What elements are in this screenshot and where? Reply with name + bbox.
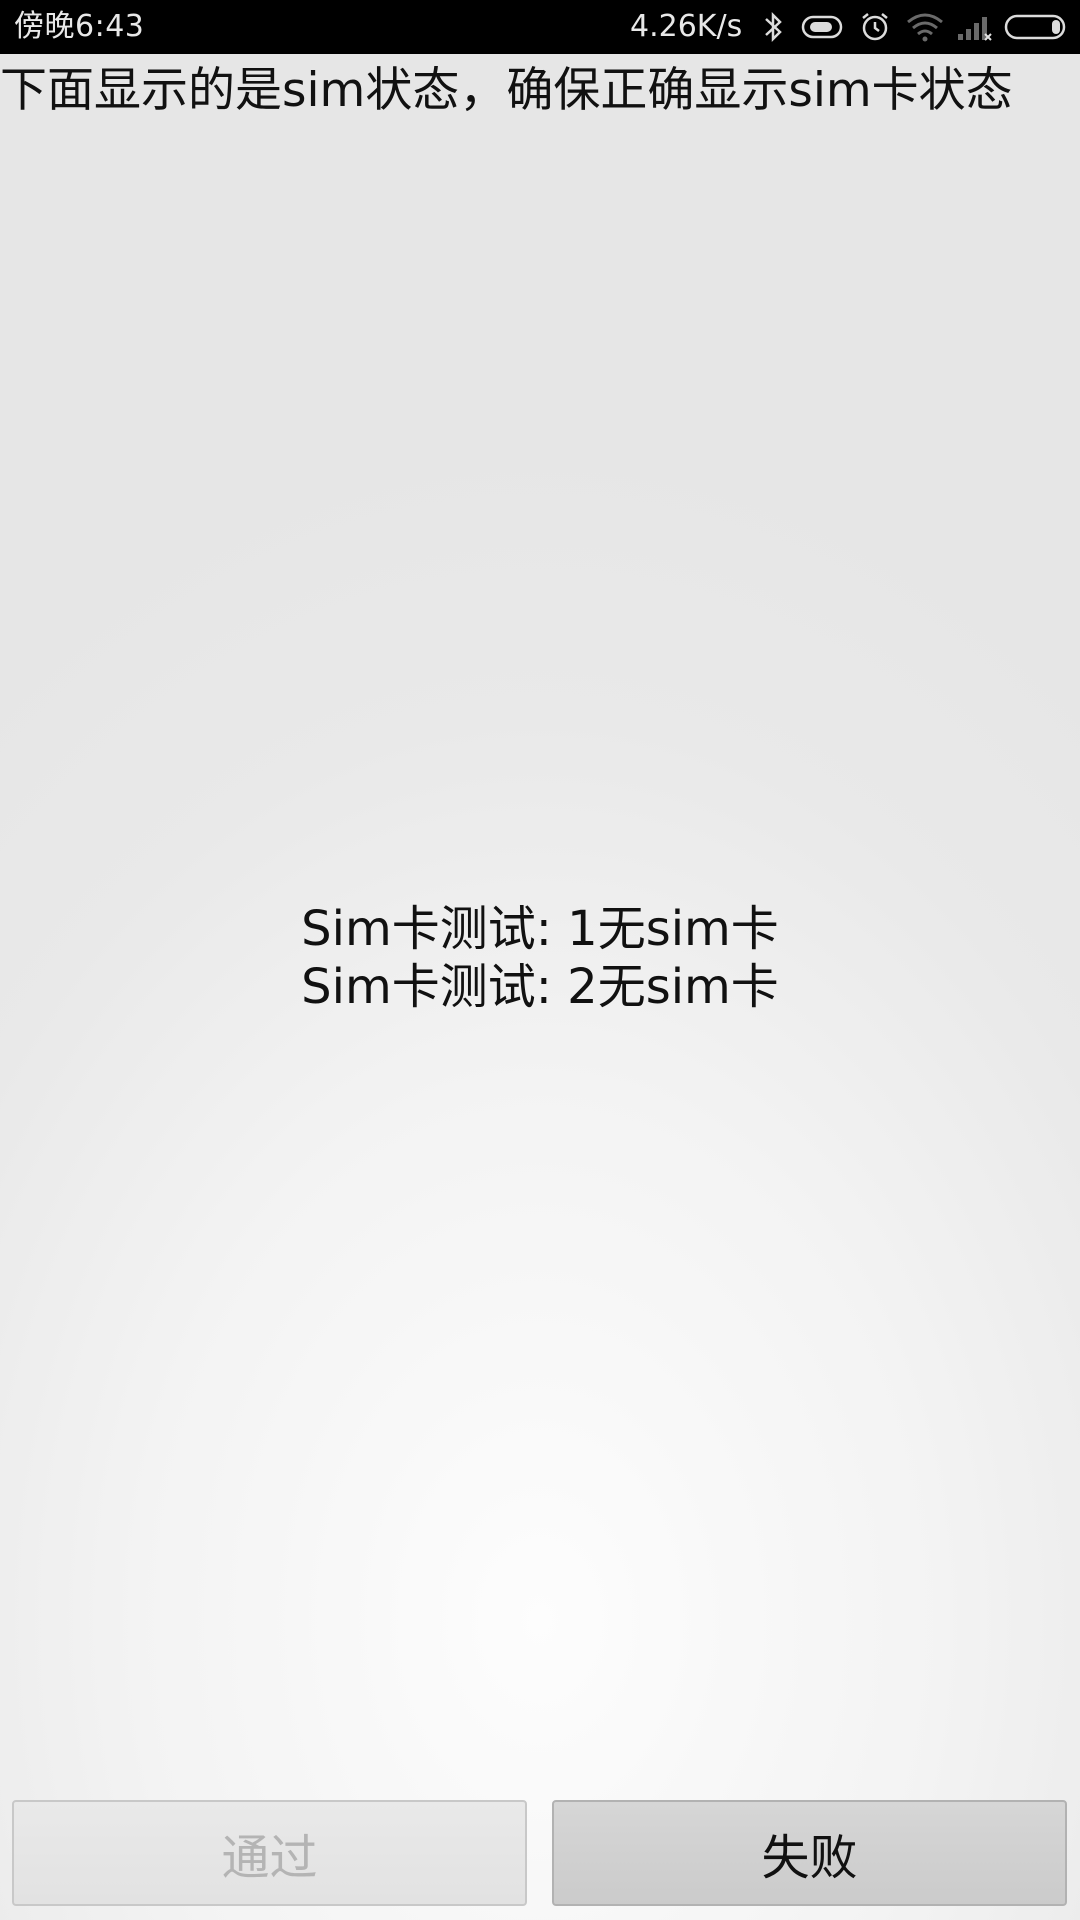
- pass-button[interactable]: 通过: [12, 1800, 527, 1906]
- instruction-text: 下面显示的是sim状态，确保正确显示sim卡状态: [0, 63, 1013, 118]
- vibrate-icon: [800, 10, 844, 44]
- network-speed: 4.26K/s: [630, 9, 743, 44]
- battery-icon: [1004, 10, 1070, 44]
- status-bar: 傍晚6:43 4.26K/s: [0, 0, 1080, 54]
- wifi-icon: [905, 10, 945, 44]
- status-time: 傍晚6:43: [14, 9, 145, 44]
- sim2-status: Sim卡测试: 2无sim卡: [301, 959, 779, 1015]
- bluetooth-icon: [760, 10, 786, 44]
- alarm-icon: [858, 10, 892, 44]
- sim-status-panel: Sim卡测试: 1无sim卡 Sim卡测试: 2无sim卡: [0, 900, 1080, 1016]
- signal-icon: [955, 10, 995, 44]
- fail-button[interactable]: 失败: [552, 1800, 1067, 1906]
- sim1-status: Sim卡测试: 1无sim卡: [301, 901, 779, 957]
